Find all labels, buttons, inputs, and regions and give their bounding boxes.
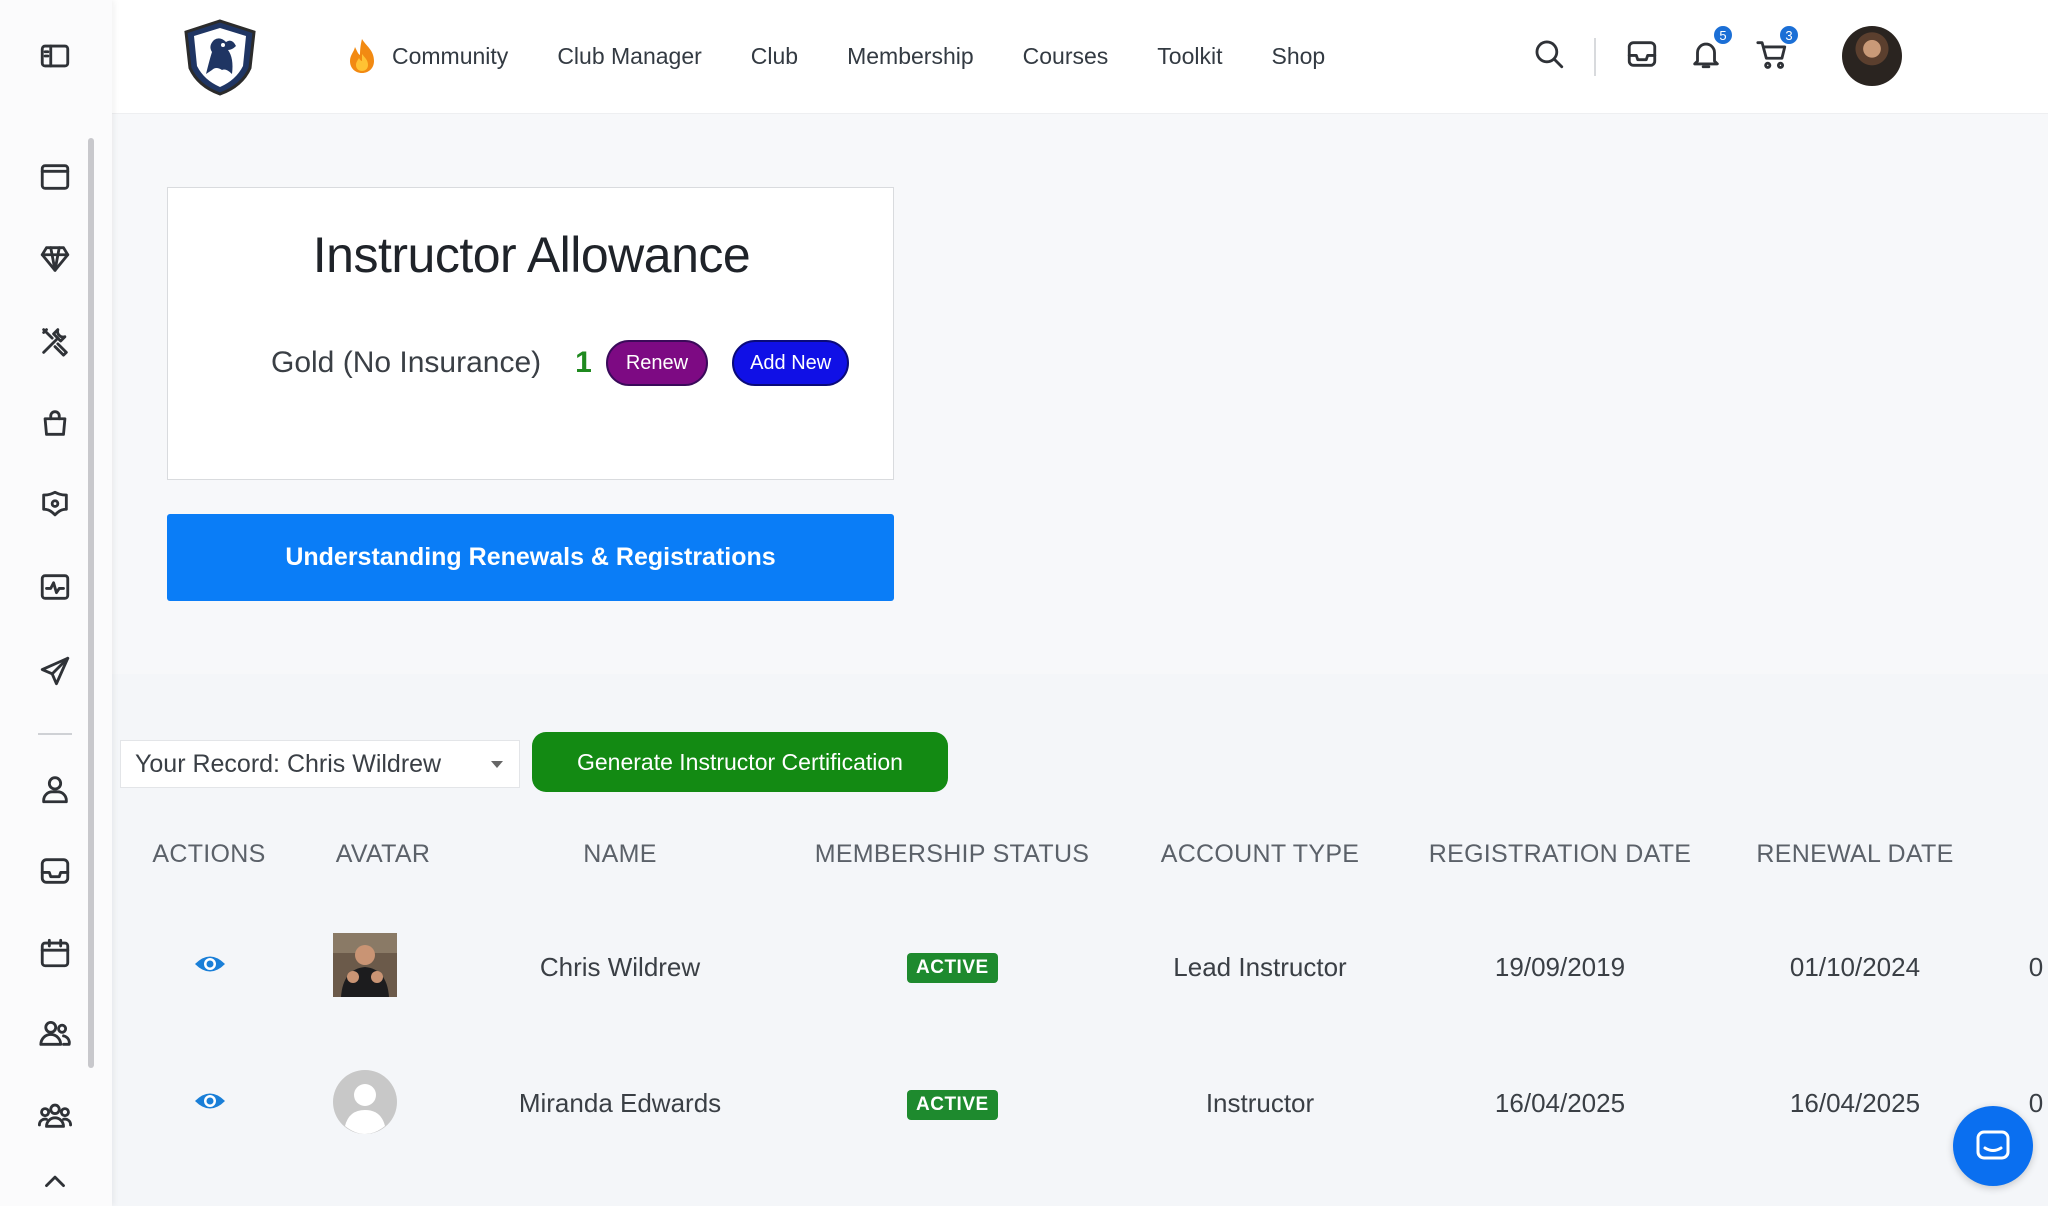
groups-icon[interactable] [34, 1094, 76, 1136]
allowance-level: Gold (No Insurance) [271, 346, 542, 379]
sidebar-toggle-icon[interactable] [34, 35, 76, 77]
record-select[interactable]: Your Record: Chris Wildrew [120, 740, 520, 788]
member-name: Chris Wildrew [539, 952, 701, 982]
search-icon[interactable] [1529, 34, 1569, 74]
left-sidebar [0, 0, 112, 1206]
col-header-renewal-date: RENEWAL DATE [1756, 840, 1954, 868]
chevron-down-icon [491, 760, 503, 768]
registration-date: 19/09/2019 [1494, 952, 1626, 982]
club-logo[interactable] [182, 18, 258, 96]
sidebar-scrollbar[interactable] [88, 138, 94, 1068]
tools-icon[interactable] [34, 320, 76, 362]
registration-date: 16/04/2025 [1494, 1088, 1626, 1118]
nav-club[interactable]: Club [751, 43, 798, 70]
instructor-allowance-card: Instructor Allowance Gold (No Insurance)… [167, 187, 894, 480]
browser-window-icon[interactable] [34, 156, 76, 198]
header-divider [1594, 38, 1596, 76]
nav-label: Courses [1022, 42, 1109, 69]
bell-icon[interactable]: 5 [1686, 24, 1734, 74]
activity-icon[interactable] [34, 566, 76, 608]
sidebar-divider [38, 733, 72, 735]
add-new-button[interactable]: Add New [732, 340, 850, 386]
user-icon[interactable] [34, 768, 76, 810]
account-type: Lead Instructor [1173, 952, 1347, 982]
renew-button[interactable]: Renew [605, 340, 709, 386]
cart-count-badge: 3 [1778, 24, 1800, 46]
col-header-registration-date: REGISTRATION DATE [1428, 840, 1692, 868]
generate-certification-button[interactable]: Generate Instructor Certification [532, 732, 948, 792]
allowance-row: Gold (No Insurance) 1 Renew Add New [271, 340, 850, 386]
users-icon[interactable] [34, 1012, 76, 1054]
course-badge-icon[interactable] [34, 484, 76, 526]
nav-courses[interactable]: Courses [1023, 43, 1109, 70]
allowance-count: 1 [575, 346, 592, 379]
shopping-bag-icon[interactable] [34, 402, 76, 444]
renewal-date: 01/10/2024 [1789, 952, 1921, 982]
nav-label: Club [750, 42, 799, 69]
chevron-up-icon[interactable] [34, 1170, 76, 1190]
nav-membership[interactable]: Membership [847, 43, 974, 70]
nav-shop[interactable]: Shop [1272, 43, 1326, 70]
col-header-avatar: AVATAR [335, 840, 431, 868]
status-badge: ACTIVE [907, 953, 998, 983]
top-header: Community Club Manager Club Membership C… [112, 0, 2048, 114]
default-avatar-icon [333, 1070, 397, 1134]
user-avatar[interactable] [1842, 26, 1902, 86]
nav-toolkit[interactable]: Toolkit [1157, 43, 1222, 70]
truncated-cell: 0 [2028, 952, 2044, 982]
col-header-membership-status: MEMBERSHIP STATUS [814, 840, 1090, 868]
chat-icon [1976, 1130, 2010, 1160]
nav-club-manager[interactable]: Club Manager [557, 43, 701, 70]
send-icon[interactable] [34, 650, 76, 692]
account-type: Instructor [1205, 1088, 1315, 1118]
chat-launcher-button[interactable] [1953, 1106, 2033, 1186]
nav-label: Shop [1271, 42, 1326, 69]
nav-label: Membership [847, 42, 974, 69]
calendar-icon[interactable] [34, 932, 76, 974]
notification-count-badge: 5 [1712, 24, 1734, 46]
flame-icon [350, 39, 374, 73]
col-header-name: NAME [583, 840, 657, 868]
cart-icon[interactable]: 3 [1752, 24, 1800, 74]
inbox-icon[interactable] [1622, 34, 1662, 74]
main-nav: Community Club Manager Club Membership C… [342, 36, 1374, 76]
member-avatar [333, 933, 397, 997]
record-select-value: Your Record: Chris Wildrew [135, 749, 442, 778]
inbox-icon[interactable] [34, 850, 76, 892]
nav-label: Club Manager [557, 42, 702, 69]
renewal-date: 16/04/2025 [1789, 1088, 1921, 1118]
nav-label: Community [392, 42, 509, 69]
col-header-account-type: ACCOUNT TYPE [1160, 840, 1360, 868]
diamond-icon[interactable] [34, 238, 76, 280]
truncated-cell: 0 [2028, 1088, 2044, 1118]
col-header-actions: ACTIONS [152, 840, 266, 868]
understanding-renewals-button[interactable]: Understanding Renewals & Registrations [167, 514, 894, 601]
allowance-title: Instructor Allowance [312, 227, 751, 283]
nav-community[interactable]: Community [342, 36, 508, 76]
nav-label: Toolkit [1157, 42, 1223, 69]
view-eye-icon[interactable] [193, 951, 227, 977]
status-badge: ACTIVE [907, 1090, 998, 1120]
view-eye-icon[interactable] [193, 1088, 227, 1114]
member-name: Miranda Edwards [518, 1088, 722, 1118]
